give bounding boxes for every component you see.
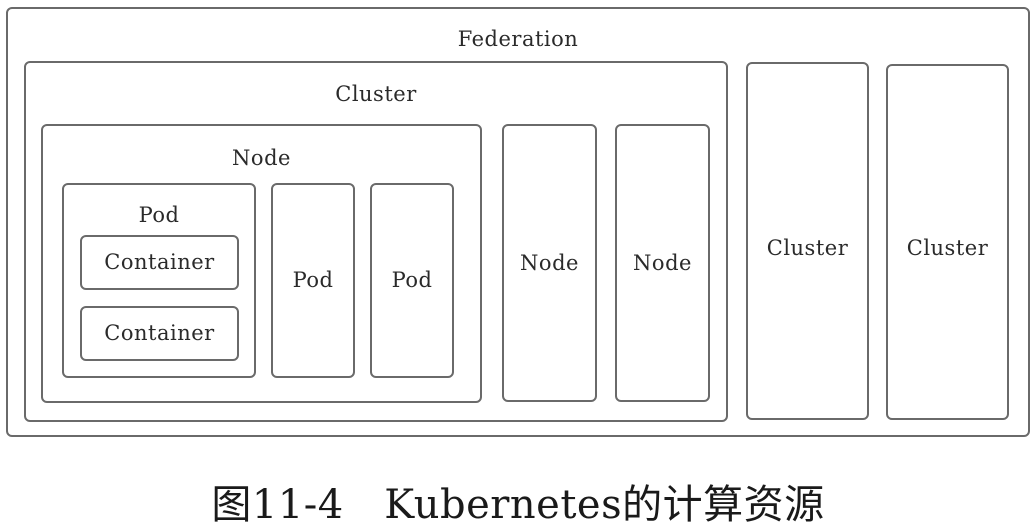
- cluster-label-2: Cluster: [766, 236, 849, 260]
- node-label-main: Node: [232, 146, 291, 170]
- cluster-label-main: Cluster: [335, 82, 417, 106]
- cluster-box-3: Cluster: [886, 64, 1009, 420]
- federation-label: Federation: [457, 27, 579, 51]
- figure-caption: 图11-4 Kubernetes的计算资源: [211, 482, 825, 528]
- container-label-1: Container: [104, 250, 215, 274]
- pod-label-2: Pod: [292, 268, 334, 292]
- pod-box-2: Pod: [271, 183, 355, 378]
- node-box-2: Node: [502, 124, 597, 402]
- container-label-2: Container: [104, 321, 215, 345]
- pod-label-3: Pod: [391, 268, 433, 292]
- cluster-label-3: Cluster: [906, 236, 989, 260]
- container-box-1: Container: [80, 235, 239, 290]
- pod-box-3: Pod: [370, 183, 454, 378]
- node-label-2: Node: [520, 250, 579, 275]
- node-box-3: Node: [615, 124, 710, 402]
- container-box-2: Container: [80, 306, 239, 361]
- cluster-box-2: Cluster: [746, 62, 869, 420]
- node-label-3: Node: [633, 250, 692, 275]
- pod-label-main: Pod: [138, 203, 180, 227]
